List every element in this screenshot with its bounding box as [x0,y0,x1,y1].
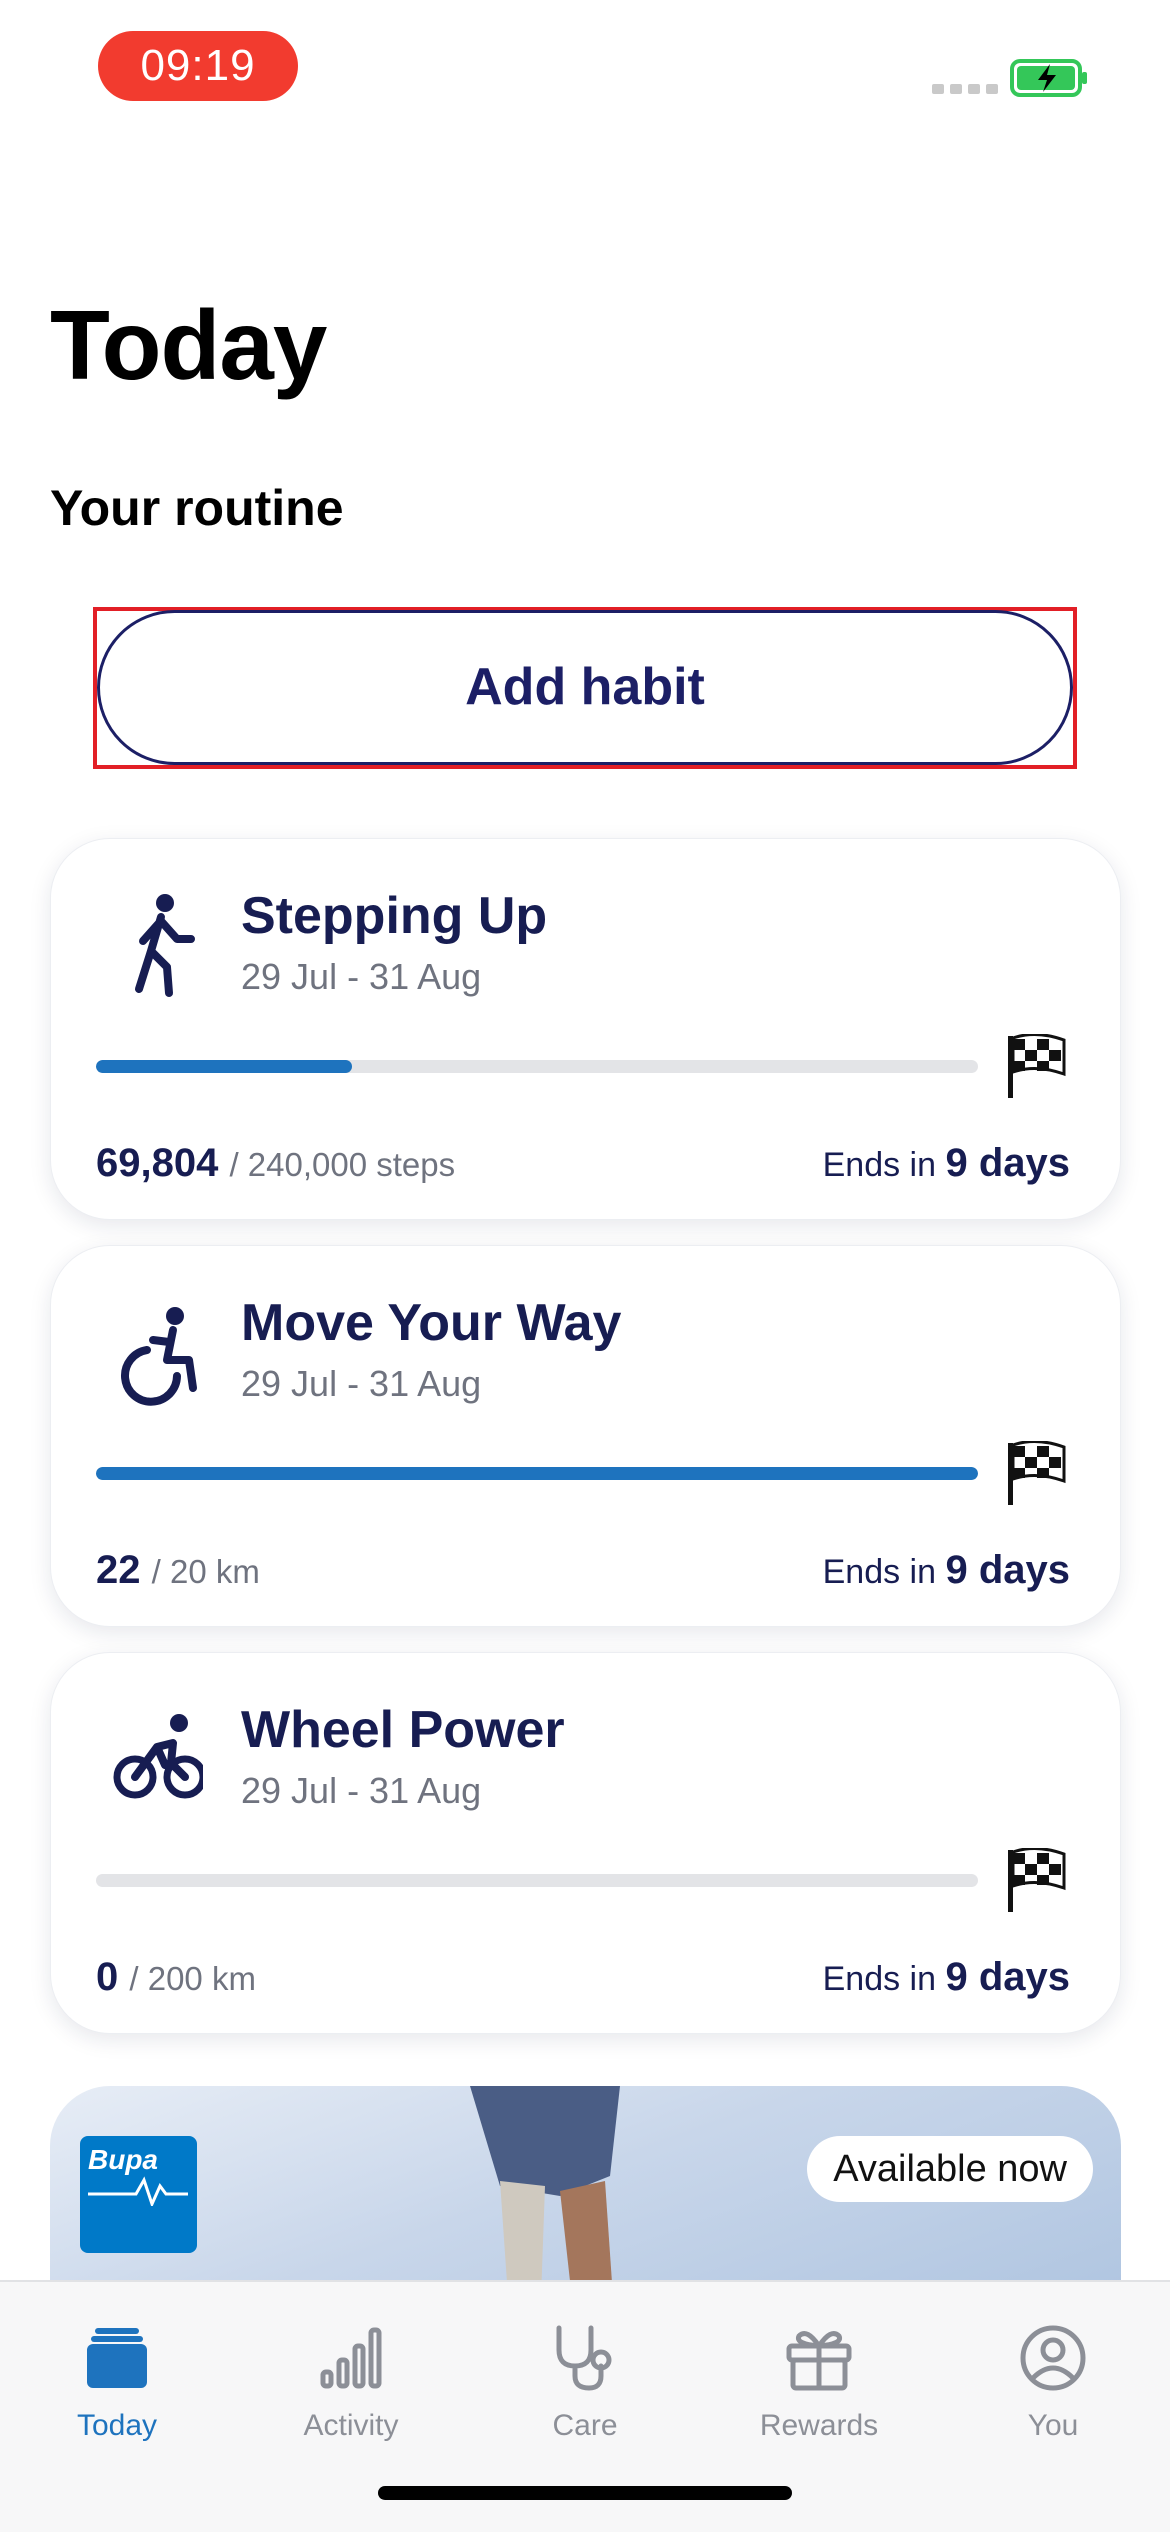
ends-days: 9 days [945,1141,1070,1185]
progress-bar [96,1874,978,1887]
bar-chart-icon [320,2327,382,2389]
wheelchair-icon [121,1307,197,1406]
page-title: Today [50,290,327,400]
progress-text: 69,804 / 240,000 steps [96,1137,455,1191]
ends-prefix: Ends in [822,1146,937,1184]
tab-label: Today [76,2409,158,2442]
checkered-flag-icon [1008,1034,1066,1098]
ends-prefix: Ends in [822,1553,937,1591]
tab-rewards[interactable]: Rewards [702,2322,936,2446]
habit-card-stepping-up[interactable]: Stepping Up 29 Jul - 31 Aug 69,804 / 240… [50,838,1121,1220]
tab-label: You [1027,2409,1079,2442]
progress-target: / 240,000 steps [229,1146,456,1183]
bupa-logo: Bupa [80,2136,197,2253]
habit-title: Wheel Power [241,1701,565,1759]
ends-in-text: Ends in 9 days [823,1951,1070,2005]
progress-current: 69,804 [96,1141,219,1185]
habit-dates: 29 Jul - 31 Aug [241,1770,482,1811]
progress-bar [96,1467,978,1480]
available-now-badge: Available now [807,2136,1093,2202]
signal-icon [932,84,998,94]
section-title-routine: Your routine [50,480,344,536]
tab-you[interactable]: You [936,2322,1170,2446]
progress-text: 22 / 20 km [96,1544,260,1598]
habit-card-move-your-way[interactable]: Move Your Way 29 Jul - 31 Aug 22 / 20 km… [50,1245,1121,1627]
progress-current: 0 [96,1955,119,1999]
progress-target: / 200 km [129,1960,256,1997]
ends-days: 9 days [945,1548,1070,1592]
add-habit-button[interactable]: Add habit [97,610,1073,765]
tab-label: Rewards [759,2409,879,2442]
checkered-flag-icon [1008,1848,1066,1912]
cyclist-icon [113,1714,203,1799]
bupa-logo-text: Bupa [88,2144,158,2175]
ends-in-text: Ends in 9 days [823,1544,1070,1598]
ends-days: 9 days [945,1955,1070,1999]
progress-target: / 20 km [151,1553,260,1590]
today-stack-icon [87,2328,147,2388]
progress-bar [96,1060,978,1073]
tab-care[interactable]: Care [468,2322,702,2446]
tab-today[interactable]: Today [0,2322,234,2446]
habit-title: Stepping Up [241,887,548,945]
stethoscope-icon [556,2325,612,2391]
checkered-flag-icon [1008,1441,1066,1505]
habit-dates: 29 Jul - 31 Aug [241,956,482,997]
home-indicator[interactable] [378,2486,792,2500]
tab-activity[interactable]: Activity [234,2322,468,2446]
tab-label: Activity [303,2409,399,2442]
progress-fill [96,1467,978,1480]
status-time: 09:19 [98,31,298,101]
habit-dates: 29 Jul - 31 Aug [241,1363,482,1404]
profile-icon [1020,2325,1086,2391]
gift-icon [786,2331,852,2391]
tab-label: Care [552,2409,618,2442]
ends-prefix: Ends in [822,1960,937,1998]
progress-fill [96,1060,352,1073]
progress-text: 0 / 200 km [96,1951,256,2005]
ends-in-text: Ends in 9 days [823,1137,1070,1191]
walking-person-icon [135,894,195,997]
progress-current: 22 [96,1548,141,1592]
habit-card-wheel-power[interactable]: Wheel Power 29 Jul - 31 Aug 0 / 200 km E… [50,1652,1121,2034]
habit-title: Move Your Way [241,1294,622,1352]
heartbeat-icon [88,2176,188,2206]
battery-charging-icon [1010,59,1087,97]
